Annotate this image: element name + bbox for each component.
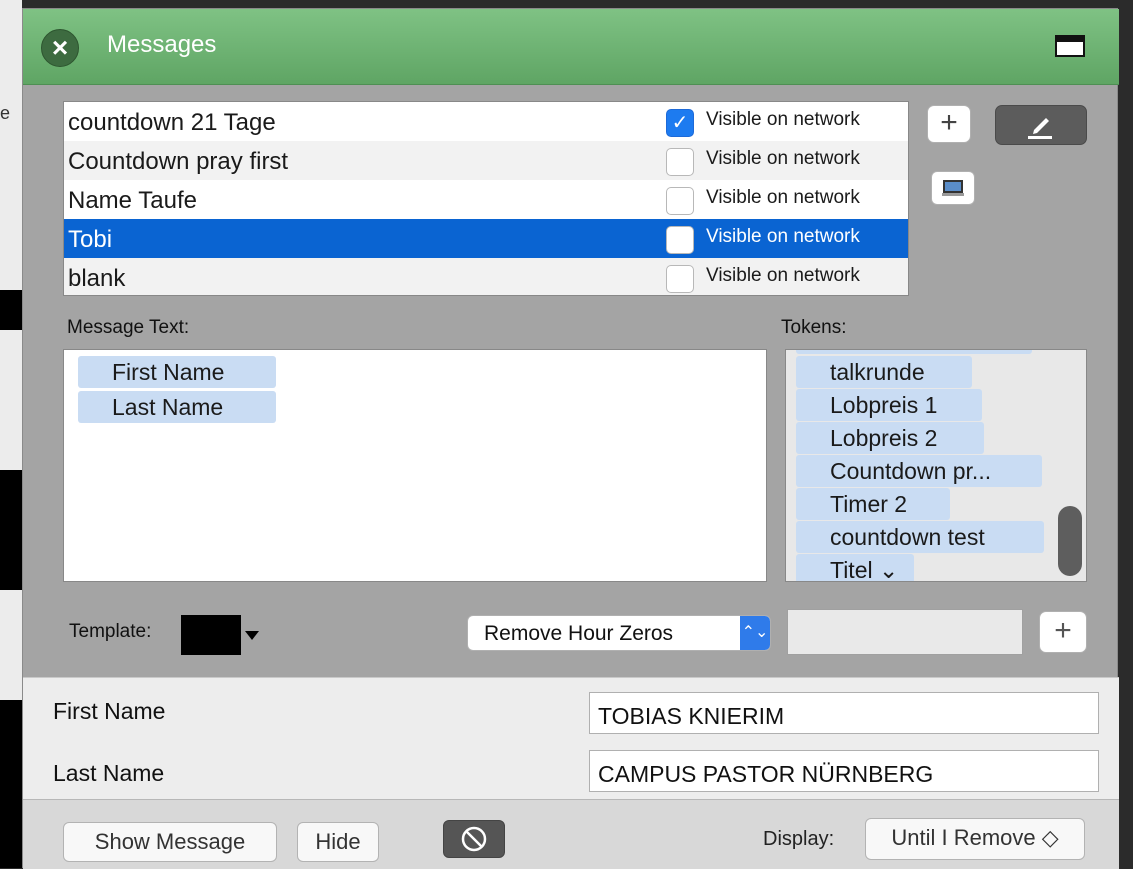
format-select-value: Remove Hour Zeros [484, 622, 674, 645]
visible-checkbox[interactable] [666, 226, 694, 254]
pencil-icon [1028, 118, 1052, 139]
visible-label: Visible on network [706, 148, 860, 169]
visible-label: Visible on network [706, 265, 860, 286]
clear-button[interactable] [443, 820, 505, 858]
window-mode-icon[interactable] [1055, 35, 1085, 57]
visible-checkbox[interactable] [666, 265, 694, 293]
last-name-field[interactable]: CAMPUS PASTOR NÜRNBERG [589, 750, 1099, 792]
token-item[interactable]: Lobpreis 2 [796, 422, 984, 454]
token-chip[interactable]: First Name [78, 356, 276, 388]
close-icon: × [51, 32, 69, 63]
format-input[interactable] [787, 609, 1023, 655]
visible-label: Visible on network [706, 187, 860, 208]
chevron-down-icon[interactable] [245, 631, 259, 640]
add-message-button[interactable]: + [927, 105, 971, 143]
message-row-selected[interactable]: Tobi Visible on network [64, 219, 908, 258]
template-preview[interactable] [181, 615, 241, 655]
visible-label: Visible on network [706, 226, 860, 247]
background-block [0, 700, 22, 868]
first-name-label: First Name [53, 698, 166, 724]
tokens-scrollbar-thumb[interactable] [1058, 506, 1082, 576]
preview-button[interactable] [931, 171, 975, 205]
background-text: e [0, 103, 11, 123]
message-text-editor[interactable]: First Name Last Name [63, 349, 767, 582]
last-name-label: Last Name [53, 760, 165, 786]
token-item[interactable]: Titel ⌄ [796, 554, 914, 581]
edit-button[interactable] [995, 105, 1087, 145]
visible-checkbox[interactable] [666, 148, 694, 176]
visible-checkbox[interactable]: ✓ [666, 109, 694, 137]
close-button[interactable]: × [41, 29, 79, 67]
message-row[interactable]: countdown 21 Tage ✓ Visible on network [64, 102, 908, 141]
token-item[interactable]: Lobpreis 1 [796, 389, 982, 421]
visible-checkbox[interactable] [666, 187, 694, 215]
token-chip[interactable]: Last Name [78, 391, 276, 423]
token-item[interactable]: Timer 2 [796, 488, 950, 520]
format-select[interactable]: Remove Hour Zeros ⌃⌄ [467, 615, 771, 651]
hide-button[interactable]: Hide [297, 822, 379, 862]
background-block [0, 290, 22, 330]
message-row[interactable]: Countdown pray first Visible on network [64, 141, 908, 180]
window-title: Messages [107, 31, 217, 58]
visible-label: Visible on network [706, 109, 860, 130]
message-text-label: Message Text: [67, 317, 190, 338]
display-label: Display: [763, 828, 835, 850]
tokens-label: Tokens: [781, 317, 847, 338]
prohibit-icon [461, 826, 487, 852]
background-block [0, 470, 22, 590]
template-label: Template: [69, 621, 152, 642]
footer-bar: Show Message Hide Display: Until I Remov… [23, 799, 1119, 869]
message-name: blank [68, 265, 126, 292]
token-item[interactable]: Countdown pr... [796, 455, 1042, 487]
token-chip-partial [796, 350, 1032, 354]
tokens-list[interactable]: talkrunde Lobpreis 1 Lobpreis 2 Countdow… [785, 349, 1087, 582]
select-arrows-icon: ⌃⌄ [740, 616, 770, 650]
display-select[interactable]: Until I Remove ◇ [865, 818, 1085, 860]
message-name: countdown 21 Tage [68, 109, 276, 136]
first-name-field[interactable]: TOBIAS KNIERIM [589, 692, 1099, 734]
message-row[interactable]: Name Taufe Visible on network [64, 180, 908, 219]
token-item[interactable]: countdown test [796, 521, 1044, 553]
messages-window: × Messages countdown 21 Tage ✓ Visible o… [22, 8, 1119, 869]
token-values-form: First Name TOBIAS KNIERIM Last Name CAMP… [23, 677, 1119, 799]
message-name: Name Taufe [68, 187, 197, 214]
token-item[interactable]: talkrunde [796, 356, 972, 388]
show-message-button[interactable]: Show Message [63, 822, 277, 862]
background-app-strip [0, 0, 22, 868]
message-name: Countdown pray first [68, 148, 289, 175]
message-list[interactable]: countdown 21 Tage ✓ Visible on network C… [63, 101, 909, 296]
title-bar[interactable]: × Messages [23, 9, 1119, 85]
message-row[interactable]: blank Visible on network [64, 258, 908, 295]
message-name: Tobi [68, 226, 113, 253]
monitor-icon [942, 180, 964, 196]
add-format-button[interactable]: + [1039, 611, 1087, 653]
